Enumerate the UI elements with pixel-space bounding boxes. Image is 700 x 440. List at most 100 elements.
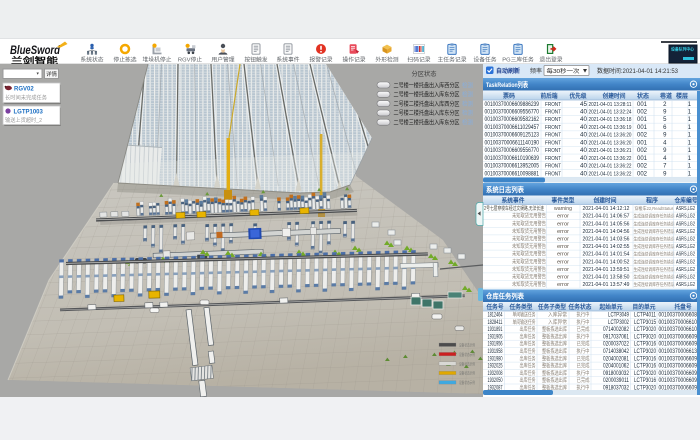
svg-text:系统事件: 系统事件 bbox=[502, 196, 525, 204]
svg-text:ASRS,LG2: ASRS,LG2 bbox=[676, 267, 695, 273]
svg-text:设备状态示例: 设备状态示例 bbox=[459, 360, 475, 367]
svg-text:00100370006609: 00100370006609 bbox=[659, 356, 698, 362]
svg-text:error: error bbox=[557, 244, 569, 250]
svg-text:error: error bbox=[557, 229, 569, 235]
svg-text:执行中: 执行中 bbox=[577, 318, 590, 326]
svg-text:已完成: 已完成 bbox=[577, 376, 590, 384]
svg-text:1931905: 1931905 bbox=[488, 334, 503, 340]
svg-text:1828411: 1828411 bbox=[488, 320, 503, 326]
svg-text:0204002081: 0204002081 bbox=[603, 356, 630, 362]
svg-text:00100370006613952005: 00100370006613952005 bbox=[485, 164, 540, 170]
svg-text:数据时间:2021-04-01 14:21:53: 数据时间:2021-04-01 14:21:53 bbox=[597, 67, 679, 75]
svg-text:LCTP3016: LCTP3016 bbox=[634, 364, 657, 370]
svg-text:002: 002 bbox=[637, 164, 648, 170]
svg-text:00100370006609125123: 00100370006609125123 bbox=[485, 133, 540, 139]
svg-text:执行中: 执行中 bbox=[577, 311, 590, 319]
svg-text:001: 001 bbox=[637, 156, 648, 162]
svg-text:0714038042: 0714038042 bbox=[603, 349, 630, 355]
svg-text:00100370006610190639: 00100370006610190639 bbox=[485, 156, 540, 162]
svg-text:LCTP3016: LCTP3016 bbox=[634, 342, 657, 348]
svg-text:2021-04-01 14:04:56: 2021-04-01 14:04:56 bbox=[583, 229, 630, 235]
svg-text:优先级: 优先级 bbox=[570, 92, 587, 100]
svg-text:1932050: 1932050 bbox=[488, 378, 503, 384]
svg-text:仓库任务列表: 仓库任务列表 bbox=[485, 292, 524, 301]
svg-text:未知取货无用警告: 未知取货无用警告 bbox=[512, 242, 546, 250]
svg-text:生成连续调库存任务错误: 生成连续调库存任务错误 bbox=[634, 274, 675, 281]
svg-text:设备状态示例: 设备状态示例 bbox=[459, 351, 475, 358]
svg-text:未知取货无用警告: 未知取货无用警告 bbox=[512, 212, 546, 220]
svg-text:用户管理: 用户管理 bbox=[211, 56, 234, 64]
svg-text:2021-04-01 13:36:22: 2021-04-01 13:36:22 bbox=[589, 171, 632, 177]
svg-text:穿梭车22,ReadStatus: 穿梭车22,ReadStatus bbox=[635, 205, 675, 212]
svg-text:1932025: 1932025 bbox=[488, 364, 503, 370]
svg-text:整板拣选出库: 整板拣选出库 bbox=[542, 369, 567, 377]
svg-text:已完成: 已完成 bbox=[577, 362, 590, 370]
svg-text:ASRS,LG2: ASRS,LG2 bbox=[676, 229, 695, 235]
svg-text:自动刷新: 自动刷新 bbox=[496, 67, 520, 75]
svg-text:执行中: 执行中 bbox=[577, 347, 590, 355]
svg-text:LCTP4011: LCTP4011 bbox=[634, 313, 657, 319]
svg-text:00100370006609: 00100370006609 bbox=[659, 342, 698, 348]
svg-text:00100370006611140190: 00100370006611140190 bbox=[485, 140, 540, 146]
svg-text:创建时间: 创建时间 bbox=[593, 196, 617, 204]
svg-text:操作记录: 操作记录 bbox=[342, 56, 365, 64]
svg-text:RGV02: RGV02 bbox=[14, 87, 34, 93]
svg-text:45: 45 bbox=[580, 102, 588, 108]
svg-text:LCTP3016: LCTP3016 bbox=[634, 378, 657, 384]
svg-text:未知取货无用警告: 未知取货无用警告 bbox=[512, 273, 546, 281]
svg-text:2021-04-01 13:36:20: 2021-04-01 13:36:20 bbox=[589, 133, 632, 139]
svg-text:40: 40 bbox=[580, 148, 588, 154]
svg-text:FRONT: FRONT bbox=[545, 117, 561, 123]
svg-text:未知取货无用警告: 未知取货无用警告 bbox=[512, 235, 546, 243]
svg-text:创建时间: 创建时间 bbox=[602, 92, 626, 100]
svg-text:40: 40 bbox=[580, 125, 588, 131]
svg-text:出库任务: 出库任务 bbox=[520, 332, 536, 340]
svg-text:每30秒一次: 每30秒一次 bbox=[547, 67, 580, 75]
svg-text:退出登录: 退出登录 bbox=[539, 56, 562, 64]
svg-text:00100370006609556770: 00100370006609556770 bbox=[485, 110, 540, 116]
svg-text:1931980: 1931980 bbox=[488, 356, 503, 362]
svg-text:托盘号: 托盘号 bbox=[675, 303, 692, 311]
svg-text:出库任务: 出库任务 bbox=[520, 347, 536, 355]
svg-text:0200037022: 0200037022 bbox=[603, 342, 630, 348]
svg-text:单间输送任务: 单间输送任务 bbox=[513, 318, 536, 326]
svg-text:生成连续调库存任务错误: 生成连续调库存任务错误 bbox=[634, 251, 675, 258]
svg-text:检测: 检测 bbox=[462, 100, 473, 108]
svg-text:未知取货无用警告: 未知取货无用警告 bbox=[512, 280, 546, 288]
svg-text:FRONT: FRONT bbox=[545, 110, 561, 116]
svg-text:出库任务: 出库任务 bbox=[520, 362, 536, 370]
svg-text:00100370006613: 00100370006613 bbox=[659, 349, 698, 355]
svg-text:未知取货无用警告: 未知取货无用警告 bbox=[512, 219, 546, 227]
svg-text:任务类型: 任务类型 bbox=[509, 303, 533, 311]
svg-text:ASRS,LG2: ASRS,LG2 bbox=[676, 244, 695, 250]
svg-text:出库任务: 出库任务 bbox=[520, 325, 536, 333]
svg-text:2号七层穿梭车经过文娱路,无法长连: 2号七层穿梭车经过文娱路,无法长连 bbox=[484, 204, 545, 212]
svg-text:目的单元: 目的单元 bbox=[633, 303, 656, 311]
svg-text:ASRS,LG2: ASRS,LG2 bbox=[676, 282, 695, 288]
svg-text:堆垛机停止: 堆垛机停止 bbox=[143, 56, 172, 64]
svg-text:设备任务: 设备任务 bbox=[473, 56, 496, 64]
svg-text:FRONT: FRONT bbox=[545, 171, 561, 177]
svg-text:2021-04-01 14:03:56: 2021-04-01 14:03:56 bbox=[583, 237, 630, 243]
svg-text:系统日志列表: 系统日志列表 bbox=[486, 185, 524, 194]
svg-text:系统状态: 系统状态 bbox=[80, 56, 103, 64]
svg-text:001: 001 bbox=[637, 125, 648, 131]
svg-text:ASRS,LG2: ASRS,LG2 bbox=[676, 275, 695, 281]
svg-text:PG三库任务: PG三库任务 bbox=[502, 56, 534, 64]
svg-text:2021-04-01 13:28:11: 2021-04-01 13:28:11 bbox=[589, 102, 632, 108]
svg-text:LCTP3015: LCTP3015 bbox=[634, 320, 657, 326]
svg-text:00100370006611029457: 00100370006611029457 bbox=[485, 125, 540, 131]
svg-text:整板拣选出库: 整板拣选出库 bbox=[542, 376, 567, 384]
svg-text:设备状态示例: 设备状态示例 bbox=[459, 370, 475, 377]
svg-text:外形检测: 外形检测 bbox=[375, 56, 398, 64]
svg-text:出库任务: 出库任务 bbox=[520, 340, 536, 348]
svg-text:error: error bbox=[557, 259, 569, 265]
svg-text:入库异常: 入库异常 bbox=[548, 311, 567, 319]
svg-text:LCTP3002: LCTP3002 bbox=[608, 320, 629, 326]
svg-text:FRONT: FRONT bbox=[545, 156, 561, 162]
svg-text:40: 40 bbox=[580, 171, 588, 177]
svg-text:warning: warning bbox=[553, 206, 572, 212]
svg-text:生成连续调库存任务错误: 生成连续调库存任务错误 bbox=[634, 281, 675, 288]
svg-text:2021-04-01 13:57:49: 2021-04-01 13:57:49 bbox=[583, 282, 630, 288]
svg-text:FRONT: FRONT bbox=[545, 148, 561, 154]
